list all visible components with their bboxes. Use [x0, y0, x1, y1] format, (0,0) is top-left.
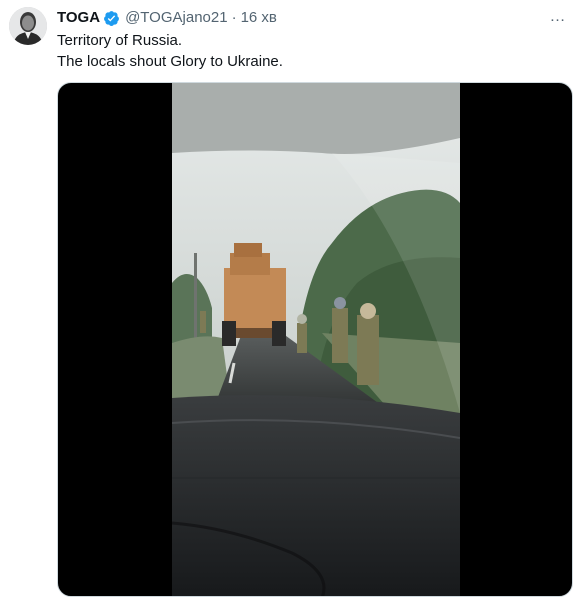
display-name[interactable]: TOGA: [57, 8, 100, 28]
separator-dot: ·: [231, 9, 237, 26]
tweet-card[interactable]: TOGA @TOGAjano21 · 16 хв … Territory of …: [0, 0, 581, 605]
author-handle[interactable]: @TOGAjano21: [125, 8, 228, 28]
tweet-text-line-2: The locals shout Glory to Ukraine.: [57, 53, 283, 70]
tweet-header: TOGA @TOGAjano21 · 16 хв: [57, 8, 277, 28]
more-options-icon[interactable]: …: [545, 6, 571, 28]
timestamp[interactable]: 16 хв: [241, 8, 277, 28]
tweet-text: Territory of Russia. The locals shout Gl…: [57, 30, 557, 72]
verified-badge-icon: [104, 10, 119, 26]
tweet-text-line-1: Territory of Russia.: [57, 32, 183, 49]
avatar[interactable]: [9, 7, 47, 45]
video-frame[interactable]: [172, 83, 460, 596]
media-video[interactable]: [57, 82, 573, 597]
